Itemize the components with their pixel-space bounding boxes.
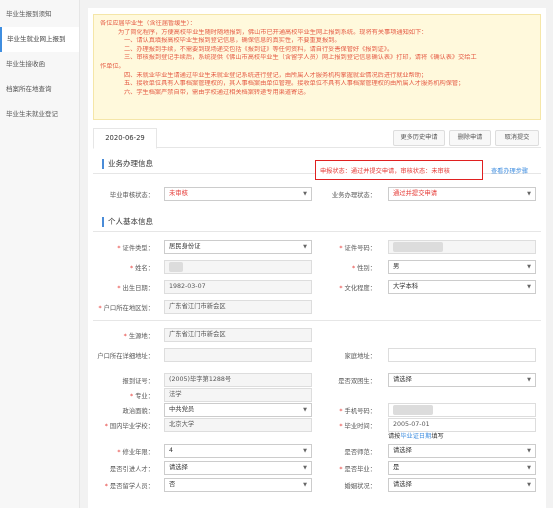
major-field[interactable]: 法学 — [164, 388, 312, 402]
chevron-down-icon: ▼ — [527, 264, 531, 270]
notice-box: 各位应届毕业生（含往届暂缓生）： 为了简化程序，方便高校毕业生随时随地报到，佛山… — [93, 14, 541, 120]
delete-button[interactable]: 删除申请 — [449, 130, 491, 146]
sidebar-item-unemployed-register[interactable]: 毕业生未就业登记 — [0, 102, 79, 127]
school-field[interactable]: 北京大学 — [164, 418, 312, 432]
graduated-label: * 是否毕业： — [339, 466, 376, 473]
audit-status-label: 毕业审核状态： — [109, 192, 154, 199]
study-years-select[interactable]: 4 ▼ — [164, 444, 312, 458]
id-number-label: * 证件号码： — [339, 245, 376, 252]
gender-label: * 性别： — [351, 265, 376, 272]
grad-date-field[interactable]: 2005-07-01 — [388, 418, 536, 432]
chevron-down-icon: ▼ — [303, 407, 307, 413]
personal-section-header: 个人基本信息 — [93, 212, 541, 232]
status-text: 申报状态：通过并提交申请，审核状态：未审核 — [320, 168, 450, 175]
history-button[interactable]: 更多历史申请 — [393, 130, 445, 146]
sidebar: 毕业生报到须知 毕业生就业网上报到 毕业生接收函 档案所在地查询 毕业生未就业登… — [0, 0, 80, 508]
normal-school-label: 是否师范： — [344, 449, 376, 456]
origin-label: * 生源地： — [123, 333, 154, 340]
abroad-label: * 是否留学人员： — [104, 483, 154, 490]
chevron-down-icon: ▼ — [527, 377, 531, 383]
home-address-field[interactable] — [388, 348, 536, 362]
hukou-region-field[interactable]: 广东省江门市新会区 — [164, 300, 312, 314]
birth-date-field[interactable]: 1982-03-07 — [164, 280, 312, 294]
notice-line: 四、未就业毕业生请通过毕业生未就业登记系统进行登记，由所属人才服务机构掌握就业情… — [124, 71, 428, 79]
education-select[interactable]: 大学本科 ▼ — [388, 280, 536, 294]
name-field[interactable] — [164, 260, 312, 274]
audit-status-select[interactable]: 未审核 ▼ — [164, 187, 312, 201]
home-address-label: 家庭地址： — [344, 353, 376, 360]
report-number-label: 报到证号： — [122, 378, 154, 385]
sidebar-item-acceptance-letter[interactable]: 毕业生接收函 — [0, 52, 79, 77]
help-steps-link[interactable]: 查看办理步骤 — [491, 166, 528, 175]
chevron-down-icon: ▼ — [303, 465, 307, 471]
grad-date-hint: 请按毕业证日期填写 — [388, 433, 444, 440]
grad-date-label: * 毕业时间： — [339, 423, 376, 430]
politics-select[interactable]: 中共党员 ▼ — [164, 403, 312, 417]
talent-select[interactable]: 请选择 ▼ — [164, 461, 312, 475]
name-label: * 姓名： — [129, 265, 154, 272]
id-type-select[interactable]: 居民身份证 ▼ — [164, 240, 312, 254]
phone-field[interactable] — [388, 403, 536, 417]
tab-date[interactable]: 2020-06-29 — [93, 128, 157, 149]
report-number-field[interactable]: (2005)毕字第1288号 — [164, 373, 312, 387]
handle-status-select[interactable]: 通过并提交申请 ▼ — [388, 187, 536, 201]
double-hardship-select[interactable]: 请选择 ▼ — [388, 373, 536, 387]
sidebar-item-report-notice[interactable]: 毕业生报到须知 — [0, 2, 79, 27]
notice-line: 为了简化程序，方便高校毕业生随时随地报到，佛山市已开通高校毕业生网上报到系统。现… — [118, 28, 428, 36]
gender-select[interactable]: 男 ▼ — [388, 260, 536, 274]
chevron-down-icon: ▼ — [527, 284, 531, 290]
talent-label: 是否引进人才： — [109, 466, 154, 473]
sidebar-item-online-report[interactable]: 毕业生就业网上报到 — [0, 27, 79, 52]
chevron-down-icon: ▼ — [303, 191, 307, 197]
graduated-select[interactable]: 是 ▼ — [388, 461, 536, 475]
notice-line: 作单位。 — [100, 62, 125, 70]
marital-label: 婚姻状况： — [344, 483, 376, 490]
chevron-down-icon: ▼ — [303, 448, 307, 454]
phone-label: * 手机号码： — [339, 408, 376, 415]
status-badge: 申报状态：通过并提交申请，审核状态：未审核 — [315, 160, 483, 180]
study-years-label: * 修业年限： — [117, 449, 154, 456]
marital-select[interactable]: 请选择 ▼ — [388, 478, 536, 492]
notice-line: 六、学生档案严禁自带，需由学校通过相关档案转递专用渠道寄送。 — [124, 88, 310, 96]
school-label: * 国内毕业学校： — [104, 423, 154, 430]
handle-status-label: 业务办理状态： — [331, 192, 376, 199]
chevron-down-icon: ▼ — [303, 244, 307, 250]
politics-label: 政治面貌： — [122, 408, 154, 415]
hukou-address-label: 户口所在详细地址： — [97, 353, 154, 360]
chevron-down-icon: ▼ — [527, 448, 531, 454]
sidebar-item-archive-query[interactable]: 档案所在地查询 — [0, 77, 79, 102]
divider — [93, 320, 541, 321]
birth-date-label: * 出生日期： — [117, 285, 154, 292]
origin-field[interactable]: 广东省江门市新会区 — [164, 328, 312, 342]
id-type-label: * 证件类型： — [117, 245, 154, 252]
main-panel: 各位应届毕业生（含往届暂缓生）： 为了简化程序，方便高校毕业生随时随地报到，佛山… — [88, 8, 546, 508]
chevron-down-icon: ▼ — [527, 482, 531, 488]
notice-line: 一、请认真填报高校毕业生报到登记信息，确保信息的真实性，不要重复报到。 — [124, 37, 341, 45]
hukou-address-field[interactable] — [164, 348, 312, 362]
personal-section-title: 个人基本信息 — [102, 217, 153, 227]
notice-line: 五、接收单位具有人事档案管理权的，其人事档案由单位管理。接收单位不具有人事档案管… — [124, 80, 465, 88]
hukou-region-label: * 户口所在地区划： — [98, 305, 154, 312]
cancel-submit-button[interactable]: 取消提交 — [495, 130, 539, 146]
abroad-select[interactable]: 否 ▼ — [164, 478, 312, 492]
chevron-down-icon: ▼ — [527, 465, 531, 471]
tab-bar: 2020-06-29 更多历史申请 删除申请 取消提交 — [93, 128, 541, 149]
chevron-down-icon: ▼ — [303, 482, 307, 488]
notice-line: 二、办理报到手续，不需要到现场递交包括《报到证》等任何资料，请自行妥善保管好《报… — [124, 45, 394, 53]
business-section-title: 业务办理信息 — [102, 159, 153, 169]
double-hardship-label: 是否双困生： — [338, 378, 376, 385]
notice-line: 三、审核报到登记手续后，系统提供《佛山市高校毕业生（含留学人员）网上报到登记信息… — [124, 54, 477, 62]
major-label: * 专业： — [129, 393, 154, 400]
notice-line: 各位应届毕业生（含往届暂缓生）： — [100, 20, 196, 27]
id-number-field[interactable] — [388, 240, 536, 254]
education-label: * 文化程度： — [339, 285, 376, 292]
normal-school-select[interactable]: 请选择 ▼ — [388, 444, 536, 458]
chevron-down-icon: ▼ — [527, 191, 531, 197]
